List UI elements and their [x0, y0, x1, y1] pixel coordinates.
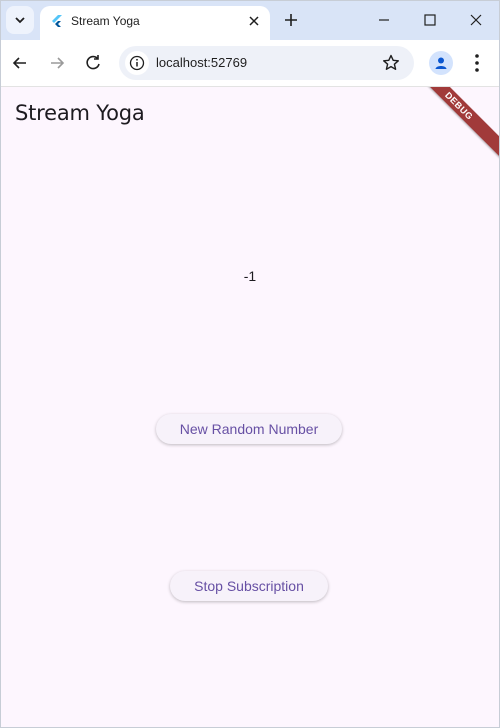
debug-banner: DEBUG	[401, 87, 500, 164]
info-icon	[129, 55, 145, 71]
profile-button[interactable]	[429, 51, 453, 75]
flutter-icon	[52, 15, 62, 27]
person-icon	[435, 57, 447, 69]
arrow-left-icon[interactable]	[10, 53, 30, 73]
close-icon[interactable]	[246, 13, 262, 29]
browser-tab[interactable]: Stream Yoga	[40, 6, 270, 40]
app-title: Stream Yoga	[15, 101, 145, 125]
stop-subscription-button[interactable]: Stop Subscription	[170, 571, 328, 601]
browser-toolbar: localhost:52769	[0, 40, 500, 87]
tab-title: Stream Yoga	[71, 14, 140, 28]
browser-titlebar: Stream Yoga	[0, 0, 500, 40]
random-number-display: -1	[243, 268, 257, 284]
minimize-icon[interactable]	[370, 8, 398, 32]
reload-icon[interactable]	[83, 53, 103, 73]
plus-icon[interactable]	[282, 11, 300, 29]
app-viewport: Stream Yoga -1 New Random Number Stop Su…	[0, 87, 500, 728]
window-close-icon[interactable]	[462, 8, 490, 32]
maximize-icon[interactable]	[416, 8, 444, 32]
new-random-number-button[interactable]: New Random Number	[156, 414, 342, 444]
chevron-down-icon	[15, 17, 25, 24]
site-info-button[interactable]	[125, 51, 149, 75]
arrow-right-icon[interactable]	[47, 53, 67, 73]
kebab-menu-icon[interactable]	[467, 52, 487, 74]
star-icon[interactable]	[381, 53, 401, 73]
address-bar[interactable]: localhost:52769	[119, 46, 414, 80]
tab-search-button[interactable]	[6, 6, 34, 34]
url-text[interactable]: localhost:52769	[156, 55, 247, 70]
